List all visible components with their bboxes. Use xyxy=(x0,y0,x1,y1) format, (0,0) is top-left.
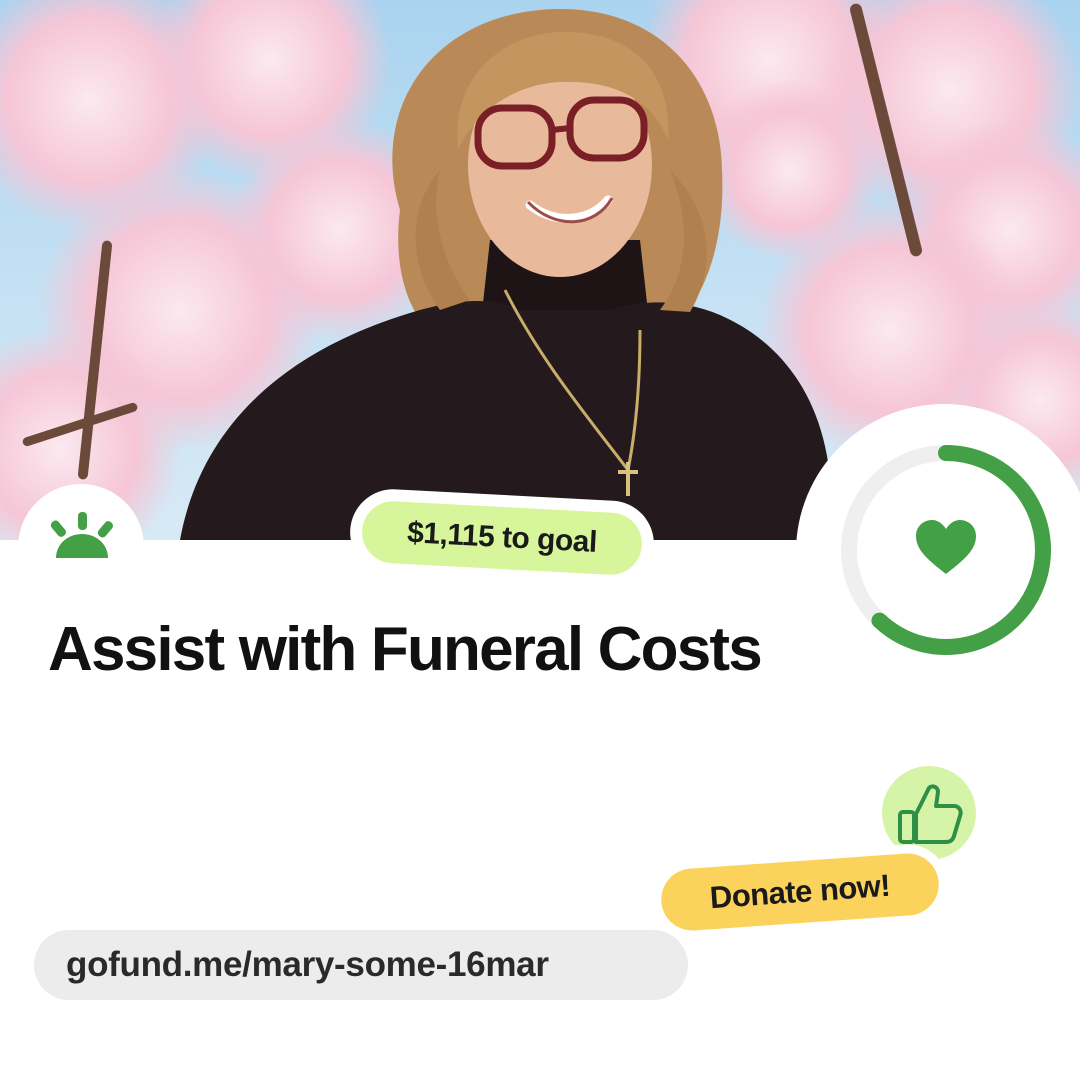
campaign-url-text: gofund.me/mary-some-16mar xyxy=(66,945,549,984)
campaign-title: Assist with Funeral Costs xyxy=(48,615,763,684)
fundraiser-card: $1,115 to goal Assist with Funeral Costs… xyxy=(0,0,1080,1080)
donate-label: Donate now! xyxy=(708,867,892,916)
goal-badge: $1,115 to goal xyxy=(347,487,657,589)
goal-badge-inner: $1,115 to goal xyxy=(360,499,644,577)
thumbs-up-icon xyxy=(898,784,963,844)
donate-button[interactable]: Donate now! xyxy=(659,851,941,933)
progress-ring xyxy=(841,445,1051,655)
campaign-url-link[interactable]: gofund.me/mary-some-16mar xyxy=(34,930,688,1000)
gofundme-sunrise-icon xyxy=(50,512,113,558)
heart-icon xyxy=(916,520,976,574)
goal-remaining-text: $1,115 to goal xyxy=(406,516,598,559)
